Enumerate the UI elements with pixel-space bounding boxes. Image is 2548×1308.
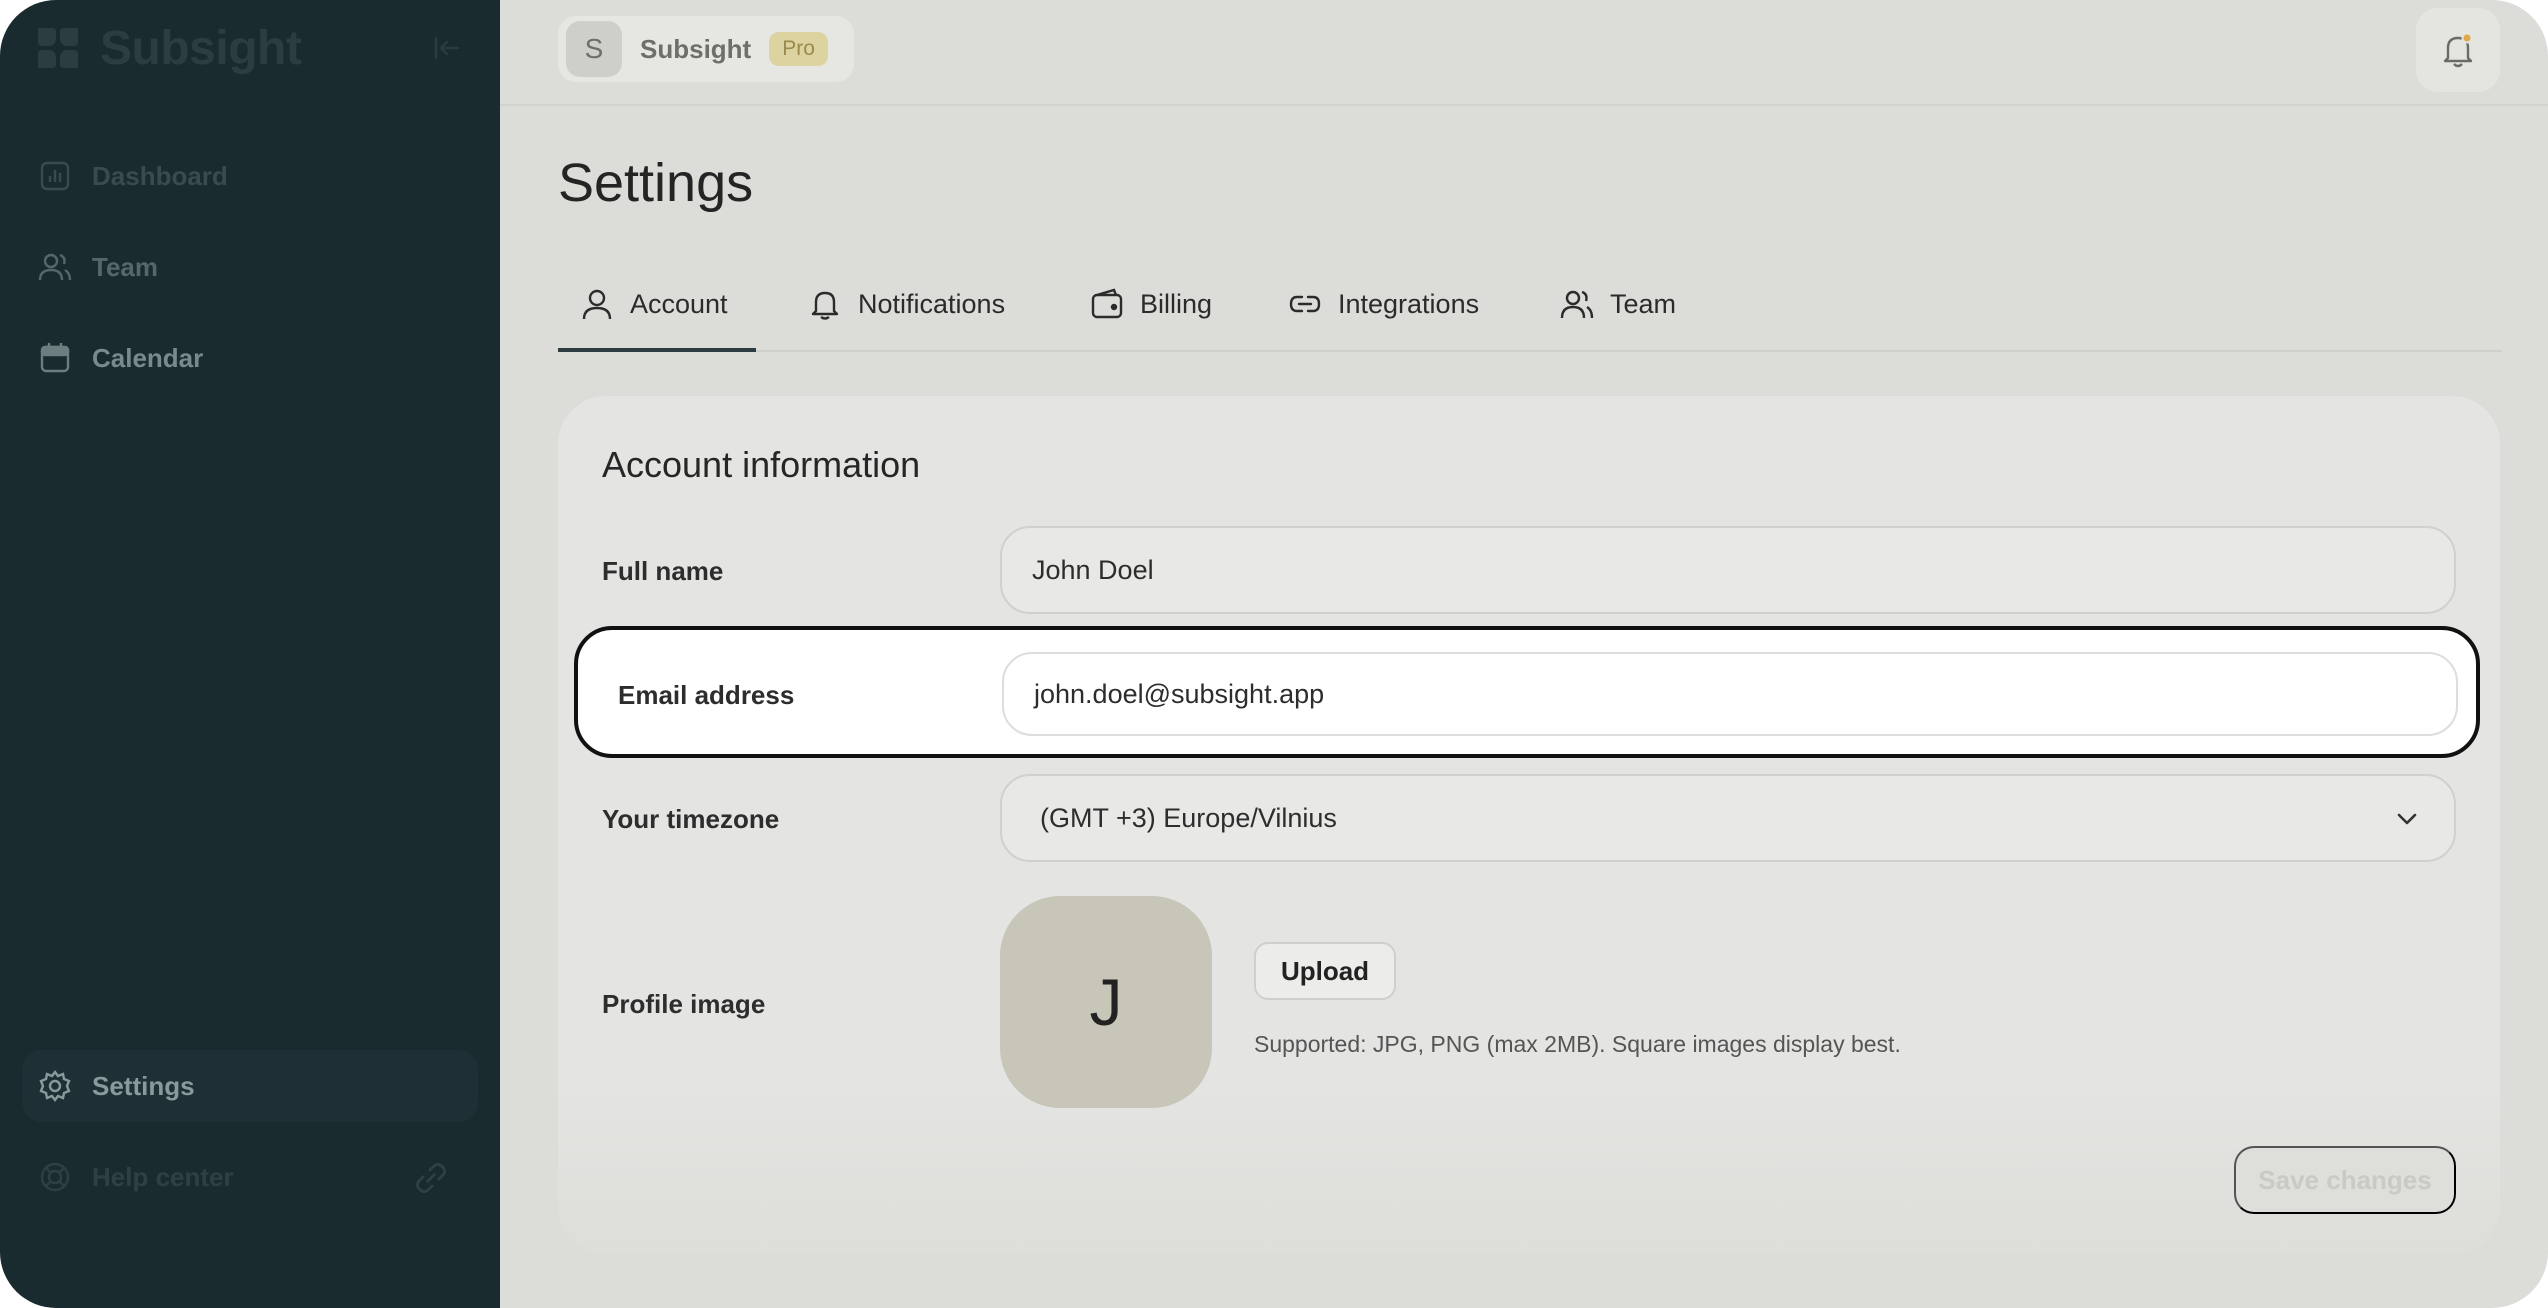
user-icon xyxy=(582,289,612,320)
brand-name: Subsight xyxy=(100,21,302,75)
notifications-button[interactable] xyxy=(2416,8,2500,92)
users-icon xyxy=(1560,290,1594,319)
top-bar: S Subsight Pro xyxy=(500,0,2548,106)
tab-label: Notifications xyxy=(858,288,1006,319)
sidebar: Subsight Dashboard Team Calendar Setting… xyxy=(0,0,500,1308)
full-name-label: Full name xyxy=(602,556,724,586)
chart-icon xyxy=(40,161,70,191)
bell-icon xyxy=(811,291,839,320)
email-value: john.doel@subsight.app xyxy=(1034,678,1325,709)
tab-account[interactable]: Account xyxy=(580,256,728,352)
users-icon xyxy=(38,253,72,281)
full-name-value: John Doel xyxy=(1032,554,1154,585)
wallet-icon xyxy=(1091,288,1123,319)
tab-label: Billing xyxy=(1140,288,1213,319)
sidebar-item-calendar[interactable]: Calendar xyxy=(22,322,478,394)
tab-billing[interactable]: Billing xyxy=(1090,256,1212,352)
sidebar-item-label: Settings xyxy=(92,1070,195,1101)
external-link-icon xyxy=(416,1163,446,1193)
tab-label: Team xyxy=(1610,288,1677,319)
save-changes-button[interactable]: Save changes xyxy=(2234,1146,2456,1214)
bell-icon xyxy=(2443,32,2473,68)
chevron-down-icon xyxy=(2397,813,2417,825)
email-label: Email address xyxy=(618,680,795,710)
calendar-icon xyxy=(40,343,70,373)
timezone-label: Your timezone xyxy=(602,804,780,834)
profile-image-label: Profile image xyxy=(602,989,766,1019)
section-title: Account information xyxy=(602,444,921,485)
sidebar-item-label: Calendar xyxy=(92,342,204,373)
sidebar-item-dashboard[interactable]: Dashboard xyxy=(22,140,478,212)
email-row-highlight: Email address john.doel@subsight.app xyxy=(574,626,2480,758)
upload-hint: Supported: JPG, PNG (max 2MB). Square im… xyxy=(1254,1031,1901,1057)
timezone-select[interactable]: (GMT +3) Europe/Vilnius xyxy=(1000,774,2456,862)
tab-notifications[interactable]: Notifications xyxy=(808,256,1005,352)
tab-team[interactable]: Team xyxy=(1560,256,1676,352)
collapse-sidebar-icon[interactable] xyxy=(428,30,464,66)
link-icon xyxy=(1289,295,1321,313)
plan-badge: Pro xyxy=(769,32,828,66)
email-input[interactable]: john.doel@subsight.app xyxy=(1002,652,2458,736)
sidebar-item-label: Dashboard xyxy=(92,160,228,191)
workspace-avatar: S xyxy=(566,21,622,77)
brand[interactable]: Subsight xyxy=(34,20,302,76)
active-tab-indicator xyxy=(558,348,756,352)
gear-icon xyxy=(39,1070,71,1102)
profile-avatar[interactable]: J xyxy=(1000,896,1212,1108)
upload-button[interactable]: Upload xyxy=(1254,942,1396,1000)
timezone-value: (GMT +3) Europe/Vilnius xyxy=(1040,802,1337,833)
workspace-switcher[interactable]: S Subsight Pro xyxy=(558,16,854,82)
tab-label: Integrations xyxy=(1338,288,1480,319)
full-name-input[interactable]: John Doel xyxy=(1000,526,2456,614)
lifebuoy-icon xyxy=(40,1162,70,1192)
sidebar-item-label: Help center xyxy=(92,1161,234,1192)
sidebar-item-settings[interactable]: Settings xyxy=(22,1050,478,1122)
tab-label: Account xyxy=(630,288,728,319)
app-window: Subsight Dashboard Team Calendar Setting… xyxy=(0,0,2548,1308)
settings-tabs: Account Notifications Billing Integratio… xyxy=(558,256,2502,352)
tab-integrations[interactable]: Integrations xyxy=(1288,256,1479,352)
workspace-name: Subsight xyxy=(640,33,752,64)
sidebar-item-label: Team xyxy=(92,251,158,282)
sidebar-item-help-center[interactable]: Help center xyxy=(22,1141,478,1213)
page-title: Settings xyxy=(558,153,754,213)
brand-logo-icon xyxy=(38,28,78,68)
sidebar-item-team[interactable]: Team xyxy=(22,231,478,303)
card-bottom-fade xyxy=(558,1084,2500,1254)
